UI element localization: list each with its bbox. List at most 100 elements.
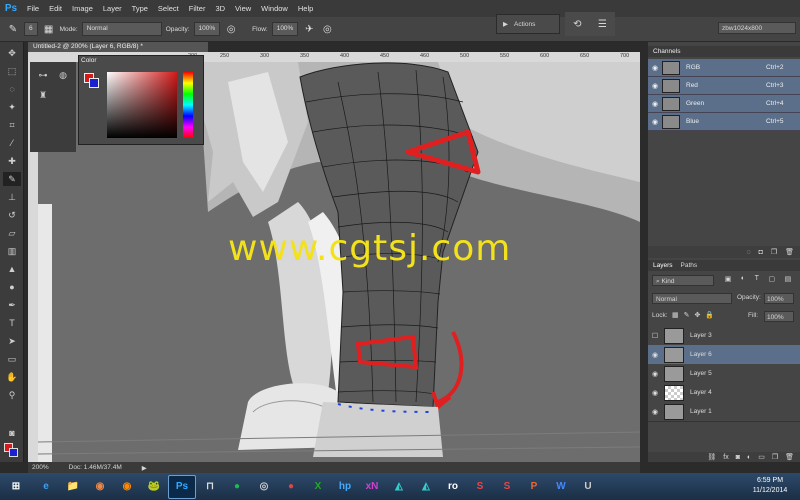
- excel-icon[interactable]: X: [305, 476, 331, 498]
- menu-3d[interactable]: 3D: [210, 4, 230, 13]
- type-tool-icon[interactable]: T: [3, 316, 21, 330]
- app-icon[interactable]: ⊓: [197, 476, 223, 498]
- eraser-tool-icon[interactable]: ▱: [3, 226, 21, 240]
- system-clock[interactable]: 6:59 PM 11/12/2014: [746, 476, 794, 496]
- blur-tool-icon[interactable]: ▲: [3, 262, 21, 276]
- maya-icon[interactable]: ◭: [413, 476, 439, 498]
- background-color-swatch[interactable]: [9, 448, 18, 457]
- dodge-tool-icon[interactable]: ●: [3, 280, 21, 294]
- flow-field[interactable]: 100%: [271, 22, 299, 36]
- pen-tool-icon[interactable]: ✒: [3, 298, 21, 312]
- menu-file[interactable]: File: [22, 4, 44, 13]
- quick-select-tool-icon[interactable]: ✦: [3, 100, 21, 114]
- visibility-eye-icon[interactable]: ◉: [648, 370, 662, 378]
- mode-dropdown[interactable]: Normal: [81, 22, 162, 36]
- menu-edit[interactable]: Edit: [44, 4, 67, 13]
- file-explorer-icon[interactable]: 📁: [60, 476, 86, 498]
- hand-tool-icon[interactable]: ✋: [3, 370, 21, 384]
- app-icon[interactable]: S: [467, 476, 493, 498]
- tab-paths[interactable]: Paths: [681, 260, 698, 271]
- photoshop-taskbar-icon[interactable]: Ps: [168, 474, 196, 499]
- visibility-eye-icon[interactable]: ◉: [648, 118, 662, 126]
- lock-transparency-icon[interactable]: ▦: [672, 311, 679, 321]
- eyedropper-tool-icon[interactable]: ⁄: [3, 136, 21, 150]
- menu-filter[interactable]: Filter: [184, 4, 211, 13]
- internet-explorer-icon[interactable]: e: [33, 476, 59, 498]
- firefox-icon[interactable]: ◉: [114, 476, 140, 498]
- app-icon[interactable]: ro: [440, 476, 466, 498]
- clone-source-icon[interactable]: ♜: [34, 88, 52, 102]
- brush-size-picker[interactable]: 6: [24, 22, 38, 36]
- visibility-eye-icon[interactable]: ◉: [648, 100, 662, 108]
- unreal-icon[interactable]: U: [575, 476, 601, 498]
- app-icon[interactable]: S: [494, 476, 520, 498]
- powerpoint-icon[interactable]: P: [521, 476, 547, 498]
- delete-channel-icon[interactable]: 🗑: [785, 248, 794, 256]
- channel-row-red[interactable]: ◉ Red Ctrl+3: [648, 77, 800, 95]
- menu-type[interactable]: Type: [127, 4, 153, 13]
- app-icon[interactable]: hp: [332, 476, 358, 498]
- channel-row-rgb[interactable]: ◉ RGB Ctrl+2: [648, 59, 800, 77]
- airbrush-icon[interactable]: ✈: [302, 22, 316, 36]
- brush-presets-icon[interactable]: ⊶: [34, 68, 52, 82]
- link-layers-icon[interactable]: ⛓: [707, 453, 716, 461]
- marquee-tool-icon[interactable]: ⬚: [3, 64, 21, 78]
- zoom-tool-icon[interactable]: ⚲: [3, 388, 21, 402]
- gradient-tool-icon[interactable]: ▥: [3, 244, 21, 258]
- spotify-icon[interactable]: ●: [224, 476, 250, 498]
- brush-tool-icon[interactable]: ✎: [6, 22, 20, 36]
- start-button-icon[interactable]: ⊞: [0, 476, 32, 498]
- visibility-eye-icon[interactable]: ◉: [648, 64, 662, 72]
- lasso-tool-icon[interactable]: ◌: [3, 82, 21, 96]
- healing-tool-icon[interactable]: ✚: [3, 154, 21, 168]
- adjustment-layer-icon[interactable]: ◐: [747, 454, 751, 461]
- pressure-size-icon[interactable]: ◎: [320, 22, 334, 36]
- path-select-tool-icon[interactable]: ➤: [3, 334, 21, 348]
- pixel-filter-icon[interactable]: ▣: [725, 275, 732, 286]
- type-filter-icon[interactable]: T: [755, 275, 759, 286]
- layer-row[interactable]: ◉ Layer 5: [648, 364, 800, 384]
- layer-opacity-field[interactable]: 100%: [764, 293, 794, 304]
- status-arrow-icon[interactable]: ▶: [142, 464, 147, 472]
- tab-layers[interactable]: Layers: [653, 260, 673, 271]
- properties-icon[interactable]: ☰: [598, 19, 607, 30]
- app-icon[interactable]: ●: [278, 476, 304, 498]
- zoom-level[interactable]: 200%: [32, 464, 49, 471]
- layer-row[interactable]: ☐ Layer 3: [648, 326, 800, 346]
- layer-filter-dropdown[interactable]: ⌕ Kind: [652, 275, 714, 286]
- chrome-icon[interactable]: ◉: [87, 476, 113, 498]
- lock-pixels-icon[interactable]: ✎: [684, 311, 690, 321]
- visibility-eye-icon[interactable]: ◉: [648, 408, 662, 416]
- new-group-icon[interactable]: ▭: [758, 453, 765, 461]
- opacity-field[interactable]: 100%: [193, 22, 221, 36]
- color-panel-background-swatch[interactable]: [89, 78, 99, 88]
- smart-object-filter-icon[interactable]: ▤: [785, 275, 792, 286]
- menu-layer[interactable]: Layer: [98, 4, 127, 13]
- menu-window[interactable]: Window: [256, 4, 293, 13]
- quick-mask-icon[interactable]: ◙: [3, 426, 21, 440]
- layer-row[interactable]: ◉ Layer 4: [648, 383, 800, 403]
- saturation-brightness-field[interactable]: [107, 72, 177, 138]
- move-tool-icon[interactable]: ✥: [3, 46, 21, 60]
- layer-row-selected[interactable]: ◉ Layer 6: [648, 345, 800, 365]
- app-icon[interactable]: ◎: [251, 476, 277, 498]
- channel-row-green[interactable]: ◉ Green Ctrl+4: [648, 95, 800, 113]
- lock-all-icon[interactable]: 🔒: [705, 311, 714, 321]
- hue-slider[interactable]: [183, 72, 193, 138]
- shape-filter-icon[interactable]: ▢: [768, 275, 775, 286]
- crop-tool-icon[interactable]: ⌗: [3, 118, 21, 132]
- app-icon[interactable]: xN: [359, 476, 385, 498]
- save-selection-icon[interactable]: ◘: [759, 249, 763, 256]
- shape-tool-icon[interactable]: ▭: [3, 352, 21, 366]
- workspace-selector[interactable]: zbw1024x800: [718, 22, 796, 34]
- stamp-tool-icon[interactable]: ⊥: [3, 190, 21, 204]
- fill-field[interactable]: 100%: [764, 311, 794, 322]
- frog-app-icon[interactable]: 🐸: [141, 476, 167, 498]
- menu-view[interactable]: View: [230, 4, 256, 13]
- menu-help[interactable]: Help: [293, 4, 318, 13]
- adjustment-filter-icon[interactable]: ◐: [741, 275, 745, 286]
- load-selection-icon[interactable]: ◌: [746, 249, 750, 256]
- color-wheel-icon[interactable]: ◍: [54, 68, 72, 82]
- layer-row[interactable]: ◉ Layer 1: [648, 402, 800, 422]
- lock-position-icon[interactable]: ✥: [695, 311, 701, 321]
